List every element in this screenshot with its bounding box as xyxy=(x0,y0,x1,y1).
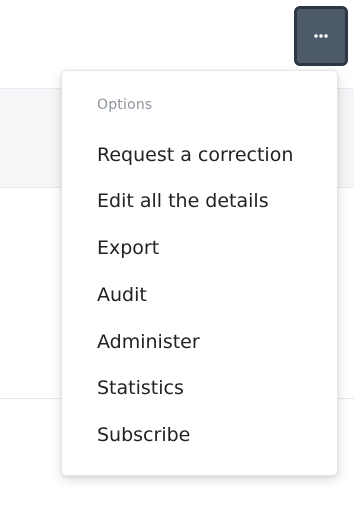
more-horizontal-icon xyxy=(314,34,328,38)
page: Options Request a correction Edit all th… xyxy=(0,0,354,513)
menu-item-subscribe[interactable]: Subscribe xyxy=(97,424,190,446)
more-options-button[interactable] xyxy=(294,6,348,66)
options-dropdown-menu: Options Request a correction Edit all th… xyxy=(61,70,338,476)
menu-item-request-correction[interactable]: Request a correction xyxy=(97,144,293,166)
menu-item-administer[interactable]: Administer xyxy=(97,331,200,353)
menu-header: Options xyxy=(97,97,153,113)
menu-item-audit[interactable]: Audit xyxy=(97,284,147,306)
menu-item-export[interactable]: Export xyxy=(97,237,159,259)
menu-item-edit-details[interactable]: Edit all the details xyxy=(97,190,269,212)
menu-item-statistics[interactable]: Statistics xyxy=(97,377,184,399)
